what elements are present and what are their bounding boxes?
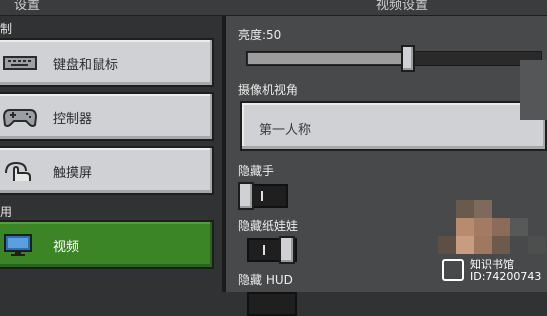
brightness-slider-handle[interactable] [401, 45, 415, 72]
sidebar-item-keyboard-mouse[interactable]: 键盘和鼠标 [0, 38, 214, 87]
sidebar-item-label: 触摸屏 [53, 166, 93, 181]
hide-paperdoll-label: 隐藏纸娃娃 [238, 219, 299, 233]
hide-hud-toggle[interactable] [247, 292, 297, 316]
sidebar-item-label: 控制器 [53, 112, 93, 127]
library-logo-icon [442, 259, 464, 281]
keyboard-icon [3, 56, 37, 70]
monitor-icon [4, 234, 32, 256]
toggle-indicator [263, 245, 265, 255]
hide-paperdoll-toggle[interactable] [247, 236, 297, 264]
brightness-slider-fill [248, 53, 410, 64]
camera-perspective-dropdown[interactable]: 第一人称 [240, 101, 547, 151]
controller-icon [2, 109, 38, 127]
brightness-slider[interactable] [246, 51, 542, 66]
sidebar-item-controller[interactable]: 控制器 [0, 92, 214, 141]
watermark: 知识书馆 ID:74200743 [436, 255, 546, 285]
sidebar-item-label: 视频 [53, 240, 80, 255]
brightness-label: 亮度:50 [238, 28, 282, 42]
section-general-label: 用 [0, 205, 13, 219]
camera-perspective-label: 摄像机视角 [238, 83, 299, 97]
top-bar: 设置 视频设置 [0, 0, 547, 16]
hide-hand-toggle[interactable] [238, 182, 288, 210]
hide-paperdoll-toggle-knob [279, 236, 295, 264]
sidebar-item-touch[interactable]: 触摸屏 [0, 146, 214, 195]
sidebar-item-video[interactable]: 视频 [0, 220, 214, 269]
hide-hud-label: 隐藏 HUD [238, 273, 293, 287]
section-controls-label: 制 [0, 22, 13, 36]
watermark-id: ID:74200743 [470, 270, 542, 283]
sidebar-item-label: 键盘和鼠标 [53, 58, 119, 73]
camera-perspective-value: 第一人称 [259, 123, 312, 138]
hide-hand-label: 隐藏手 [238, 164, 275, 178]
touch-icon [5, 161, 31, 181]
video-settings-title: 视频设置 [376, 0, 429, 13]
toggle-indicator [261, 191, 263, 201]
hide-hand-toggle-knob [238, 182, 254, 210]
sidebar: 制 键盘和鼠标 控制器 触摸屏 用 视频 [0, 16, 222, 292]
settings-title: 设置 [14, 0, 41, 13]
